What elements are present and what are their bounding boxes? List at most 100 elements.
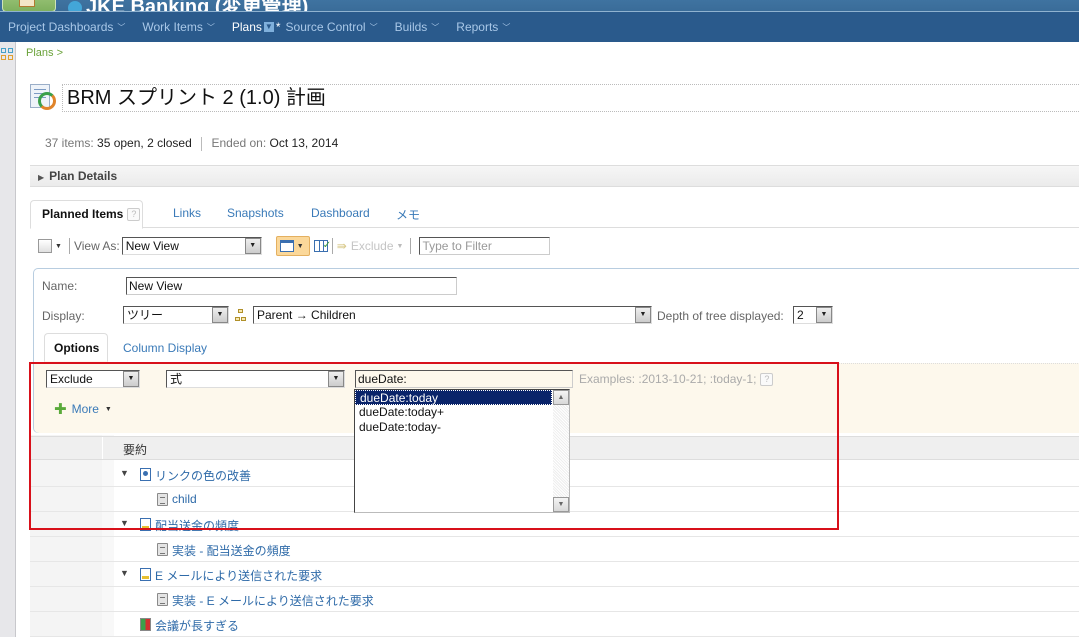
autocomplete-option[interactable]: dueDate:today+ (355, 405, 552, 420)
nav-label: Project Dashboards (8, 20, 114, 34)
dropdown-box-icon[interactable]: ▼ (263, 22, 274, 32)
work-item-link[interactable]: child (172, 492, 197, 506)
dropdown-arrow-icon[interactable]: ▼ (635, 307, 651, 323)
chevron-down-icon: ▼ (396, 242, 404, 250)
nav-label: Builds (394, 20, 428, 34)
autocomplete-option[interactable]: dueDate:today- (355, 420, 552, 435)
apps-grid-icon[interactable] (1, 48, 14, 61)
select-menu-arrow-icon[interactable]: ▼ (55, 243, 62, 250)
tab-label: Planned Items (42, 207, 124, 221)
work-item-link[interactable]: リンクの色の改善 (155, 467, 251, 484)
help-icon[interactable]: ? (760, 373, 774, 387)
project-title-text: JKE Banking (変更管理) (86, 0, 309, 12)
work-item-link[interactable]: 配当送金の頻度 (155, 517, 239, 534)
plan-details-toggle[interactable]: ▶ Plan Details (30, 165, 1079, 187)
add-icon: ✚ (54, 401, 67, 418)
exclude-button[interactable]: Exclude (351, 239, 394, 253)
table-row[interactable]: 会議が長すぎる (30, 612, 1079, 637)
side-panel-toggle[interactable] (0, 42, 16, 637)
autocomplete-option[interactable]: dueDate:today (355, 390, 552, 405)
expand-toggle-icon[interactable]: ▼ (120, 518, 129, 528)
work-item-link[interactable]: E メールにより送信された要求 (155, 567, 322, 584)
hierarchy-select[interactable]: Parent → Children ▼ (253, 306, 652, 324)
tab-links[interactable]: Links (173, 206, 201, 220)
task-icon (157, 493, 168, 506)
expression-input[interactable]: dueDate: (355, 370, 573, 388)
table-row[interactable]: 実装 - E メールにより送信された要求 (30, 587, 1079, 612)
plan-icon (30, 84, 58, 114)
plan-details-label: Plan Details (49, 169, 118, 183)
project-title: JKE Banking (変更管理) (68, 0, 309, 12)
scroll-down-icon[interactable]: ▼ (553, 497, 569, 512)
home-button[interactable] (2, 0, 56, 11)
view-editor-tabs: Options Column Display (44, 333, 1079, 362)
dropdown-arrow-icon[interactable]: ▼ (816, 307, 832, 323)
filter-mode-value: Exclude (50, 372, 93, 386)
nav-work-items[interactable]: Work Items ﹀ (142, 20, 214, 34)
table-row[interactable]: ▼ E メールにより送信された要求 (30, 562, 1079, 587)
items-value: 35 open, 2 closed (97, 136, 192, 150)
breadcrumb[interactable]: Plans > (26, 47, 63, 59)
depth-label: Depth of tree displayed: (657, 309, 784, 323)
name-label: Name: (42, 279, 78, 293)
nav-reports[interactable]: Reports ﹀ (456, 20, 510, 34)
work-item-link[interactable]: 実装 - 配当送金の頻度 (172, 542, 291, 559)
chevron-down-icon: ▼ (296, 242, 304, 250)
dropdown-arrow-icon[interactable]: ▼ (212, 307, 228, 323)
view-as-select[interactable]: New View ▼ (121, 237, 262, 255)
more-button[interactable]: ✚ More ▼ (54, 400, 115, 418)
depth-select[interactable]: 2 ▼ (793, 306, 833, 324)
scroll-up-icon[interactable]: ▲ (553, 390, 569, 405)
plan-summary: 37 items: 35 open, 2 closed Ended on: Oc… (45, 136, 338, 151)
requirement-icon (140, 518, 151, 531)
tab-options[interactable]: Options (44, 333, 108, 362)
nav-label: Work Items (142, 20, 203, 34)
filter-mode-select[interactable]: Exclude ▼ (46, 370, 140, 388)
view-name-input[interactable]: New View (126, 277, 457, 295)
columns-icon[interactable] (313, 240, 331, 252)
chevron-down-icon: ▼ (104, 405, 112, 413)
active-marker: * (275, 20, 281, 34)
expand-toggle-icon[interactable]: ▼ (120, 468, 129, 478)
depth-value: 2 (797, 308, 804, 322)
autocomplete-scrollbar[interactable]: ▲ ▼ (553, 390, 569, 512)
more-label: More (71, 402, 99, 416)
select-all-checkbox[interactable] (38, 239, 52, 253)
summary-column-header[interactable]: 要約 (123, 441, 147, 458)
view-as-label: View As: (73, 239, 120, 253)
dropdown-arrow-icon[interactable]: ▼ (123, 371, 139, 387)
dropdown-arrow-icon[interactable]: ▼ (328, 371, 344, 387)
impediment-icon (140, 618, 151, 631)
tab-planned-items[interactable]: Planned Items? (30, 200, 143, 229)
divider (331, 238, 333, 254)
divider (201, 136, 203, 151)
table-row[interactable]: ▼ 配当送金の頻度 (30, 512, 1079, 537)
display-label: Display: (42, 309, 85, 323)
nav-project-dashboards[interactable]: Project Dashboards ﹀ (8, 20, 125, 34)
hierarchy-icon (235, 309, 247, 323)
tab-column-display[interactable]: Column Display (123, 341, 207, 355)
display-mode-select[interactable]: ツリー ▼ (123, 306, 229, 324)
nav-source-control[interactable]: Source Control ﹀ (286, 20, 378, 34)
nav-builds[interactable]: Builds ﹀ (395, 20, 440, 34)
nav-plans[interactable]: Plans ▼ * (232, 20, 281, 34)
tab-dashboard[interactable]: Dashboard (311, 206, 370, 220)
edit-view-button[interactable]: ▼ (275, 236, 310, 256)
expand-toggle-icon[interactable]: ▼ (120, 568, 129, 578)
project-logo-icon (68, 0, 82, 11)
table-row[interactable]: 実装 - 配当送金の頻度 (30, 537, 1079, 562)
filter-type-select[interactable]: 式 ▼ (166, 370, 345, 388)
tab-snapshots[interactable]: Snapshots (227, 206, 284, 220)
tab-notes[interactable]: メモ (396, 206, 420, 223)
chevron-down-icon: ﹀ (117, 22, 126, 32)
dropdown-arrow-icon[interactable]: ▼ (244, 238, 261, 254)
filter-input[interactable]: Type to Filter (419, 237, 551, 255)
work-item-link[interactable]: 会議が長すぎる (155, 617, 239, 634)
examples-text: Examples: :2013-10-21; :today-1; (579, 372, 757, 386)
divider (410, 238, 412, 254)
page-title[interactable]: BRM スプリント 2 (1.0) 計画 (62, 84, 1079, 112)
work-item-link[interactable]: 実装 - E メールにより送信された要求 (172, 592, 374, 609)
app-banner: JKE Banking (変更管理) (0, 0, 1079, 12)
chevron-down-icon: ﹀ (206, 22, 215, 32)
help-icon[interactable]: ? (127, 208, 141, 222)
